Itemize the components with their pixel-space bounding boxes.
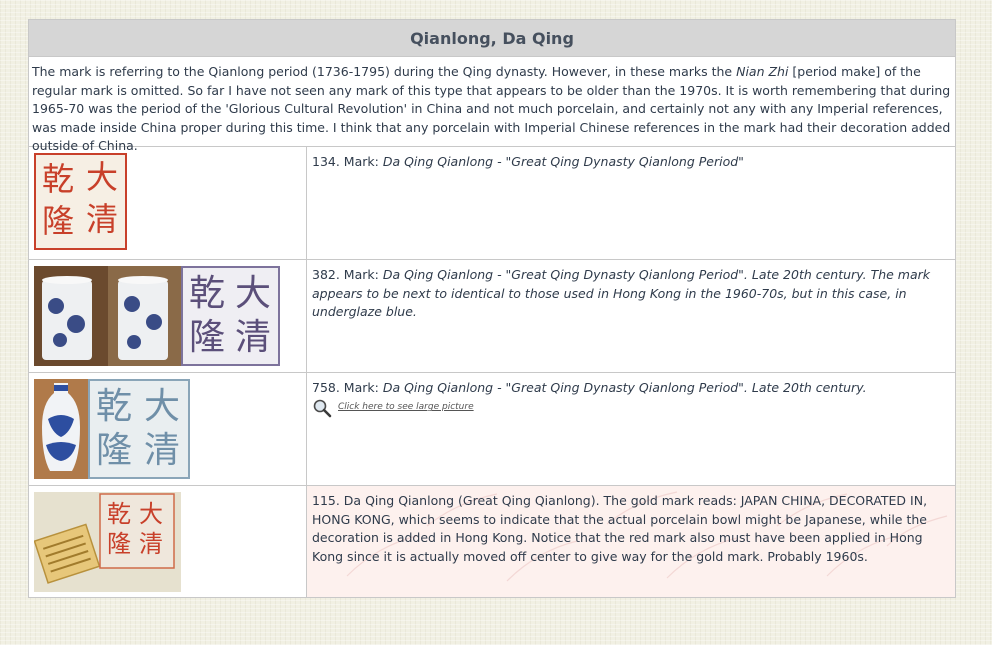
seal-char: 清 [86,200,119,238]
large-picture-link[interactable]: Click here to see large picture [312,398,951,418]
mark-description: Da Qing Qianlong - "Great Qing Dynasty Q… [382,154,744,169]
seal-char: 大 [144,386,181,427]
mark-description-cell: 382. Mark: Da Qing Qianlong - "Great Qin… [307,260,955,372]
seal-char: 乾 [42,160,75,198]
blue-white-vase-photo[interactable] [34,379,88,479]
mark-description: Da Qing Qianlong - "Great Qing Dynasty Q… [382,380,867,395]
seal-char: 大 [139,500,163,528]
mark-image-cell: 乾 大 隆 清 [29,147,307,259]
seal-char: 清 [139,530,163,558]
mark-row-758: 乾 大 隆 清 758. Mark: Da Qing Qianlong - "G… [29,373,955,486]
seal-char: 大 [86,158,119,196]
seal-char: 乾 [96,386,133,427]
mark-image-cell: 乾 大 隆 清 [29,373,307,485]
purple-seal-mark-image[interactable]: 乾 大 隆 清 [181,266,280,366]
seal-char: 隆 [107,530,131,558]
blue-seal-mark-image[interactable]: 乾 大 隆 清 [88,379,190,479]
red-seal-mark-image[interactable]: 乾 大 隆 清 [34,153,127,250]
red-seal-on-photo: 乾 大 隆 清 [103,496,173,566]
mark-description-cell: 758. Mark: Da Qing Qianlong - "Great Qin… [307,373,955,485]
mark-description: Da Qing Qianlong - "Great Qing Dynasty Q… [312,267,931,319]
seal-char: 隆 [42,202,75,240]
seal-char: 大 [235,273,272,314]
seal-char: 清 [144,430,181,471]
mark-number: 382. Mark: [312,267,383,282]
mark-row-134: 乾 大 隆 清 134. Mark: Da Qing Qianlong - "G… [29,147,955,260]
seal-char: 清 [235,317,272,358]
intro-text-1: The mark is referring to the Qianlong pe… [32,64,737,79]
mark-image-cell: 乾 大 隆 清 [29,260,307,372]
blue-vase-photo[interactable] [34,266,181,366]
seal-char: 隆 [96,430,133,471]
intro-paragraph: The mark is referring to the Qianlong pe… [29,57,955,153]
page-title: Qianlong, Da Qing [29,20,955,57]
page-title-text: Qianlong, Da Qing [410,28,574,48]
intro-italic: Nian Zhi [736,64,789,79]
mark-number: 134. Mark: [312,154,383,169]
seal-char: 乾 [189,273,226,314]
marks-table: Qianlong, Da Qing The mark is referring … [28,19,956,598]
large-picture-link-text[interactable]: Click here to see large picture [338,398,474,417]
mark-row-115: 乾 大 隆 清 115. Da Qing Qianlong (Great Qin… [29,486,955,597]
seal-char: 隆 [189,317,226,358]
mark-description-cell: 115. Da Qing Qianlong (Great Qing Qianlo… [307,486,955,597]
mark-description-cell: 134. Mark: Da Qing Qianlong - "Great Qin… [307,147,955,259]
mark-row-382: 乾 大 隆 清 382. Mark: Da Qing Qianlong - "G… [29,260,955,373]
mark-number: 758. Mark: [312,380,383,395]
magnifier-icon [313,399,332,417]
mark-description: 115. Da Qing Qianlong (Great Qing Qianlo… [312,493,928,564]
mark-image-cell: 乾 大 隆 清 [29,486,307,597]
seal-char: 乾 [107,500,131,528]
